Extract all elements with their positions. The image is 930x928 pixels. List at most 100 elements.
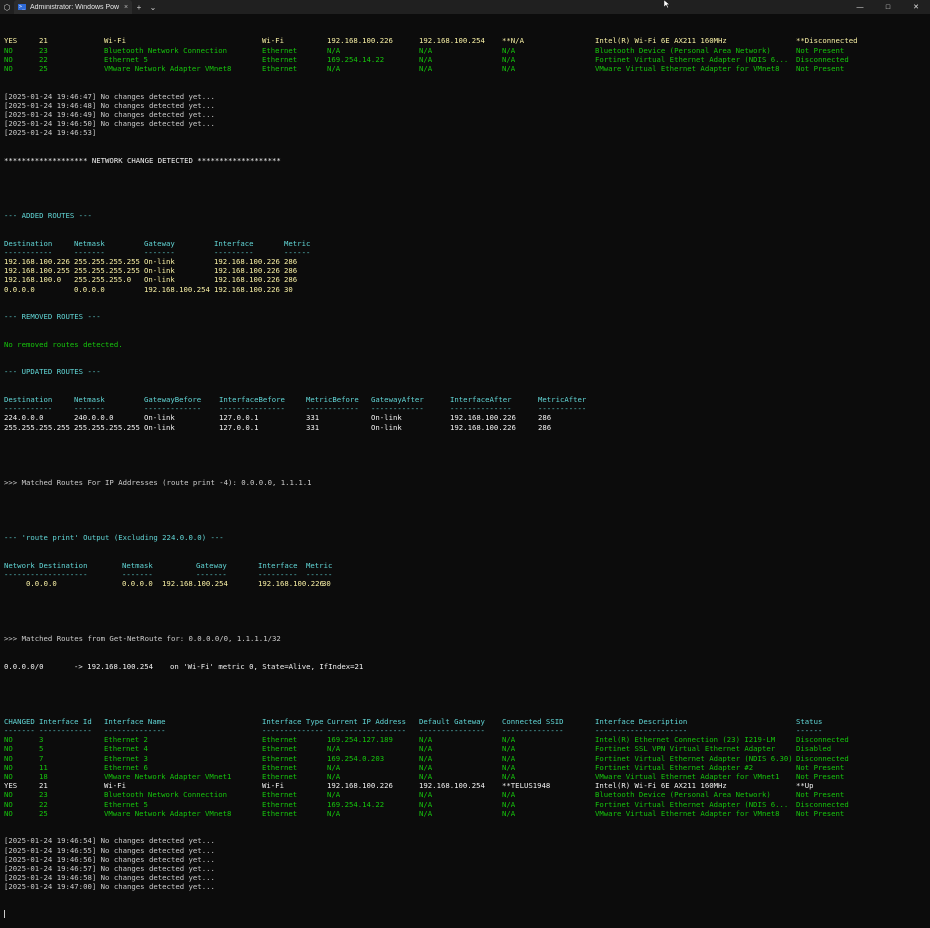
cell: NO (4, 64, 13, 73)
prompt-line[interactable] (4, 910, 926, 919)
cell: Ethernet (262, 809, 297, 818)
cell: **Disconnected (796, 36, 858, 45)
cell: Fortinet Virtual Ethernet Adapter (NDIS … (595, 800, 788, 809)
cell: Wi-Fi (262, 36, 284, 45)
cell: 286 (284, 266, 297, 275)
cell: VMware Network Adapter VMnet1 (104, 772, 231, 781)
cell: ------- (122, 570, 153, 579)
minimize-button[interactable]: — (846, 4, 874, 11)
cell: [2025-01-24 19:46:55] No changes detecte… (4, 846, 215, 855)
cell: --------- (258, 570, 298, 579)
table-row: 0.0.0.00.0.0.0192.168.100.254192.168.100… (4, 579, 926, 588)
log-line: [2025-01-24 19:46:47] No changes detecte… (4, 92, 926, 101)
cell: 18 (39, 772, 48, 781)
cell: On-link (144, 423, 175, 432)
log-line: [2025-01-24 19:46:49] No changes detecte… (4, 110, 926, 119)
cell: 21 (39, 781, 48, 790)
cell: 192.168.100.226 (214, 266, 280, 275)
log-line: [2025-01-24 19:46:58] No changes detecte… (4, 873, 926, 882)
cell: Ethernet 5 (104, 55, 148, 64)
cell: **TELUS1948 (502, 781, 550, 790)
cell: Disconnected (796, 735, 849, 744)
cell: Ethernet (262, 763, 297, 772)
cell: Ethernet (262, 744, 297, 753)
cell: Fortinet Virtual Ethernet Adapter (NDIS … (595, 754, 793, 763)
cell: Wi-Fi (104, 36, 126, 45)
cell: N/A (419, 744, 432, 753)
tab-powershell[interactable]: >_ Administrator: Windows Pow × (14, 0, 132, 14)
log-line: [2025-01-24 19:46:48] No changes detecte… (4, 101, 926, 110)
table-underline: ----------------------------------------… (4, 570, 926, 579)
table-row: 192.168.100.255255.255.255.255On-link192… (4, 266, 926, 275)
cell: VMware Network Adapter VMnet8 (104, 64, 231, 73)
cell: GatewayBefore (144, 395, 201, 404)
new-tab-button[interactable]: + (132, 3, 146, 12)
log-line: [2025-01-24 19:46:53] (4, 128, 926, 137)
cell: Connected SSID (502, 717, 564, 726)
terminal-output[interactable]: YES21Wi-FiWi-Fi192.168.100.226192.168.10… (4, 18, 926, 502)
cell: ------ (796, 726, 822, 735)
cell: ------------- (144, 404, 201, 413)
cell: --------------- (419, 726, 485, 735)
table-row: NO25VMware Network Adapter VMnet8Etherne… (4, 809, 926, 818)
cell: N/A (502, 790, 515, 799)
cell: Ethernet (262, 55, 297, 64)
cell: 255.255.255.255 (74, 266, 140, 275)
cell: Gateway (196, 561, 227, 570)
cell: **N/A (502, 36, 524, 45)
cell: N/A (327, 772, 340, 781)
cell: Ethernet 3 (104, 754, 148, 763)
table-row: YES21Wi-FiWi-Fi192.168.100.226192.168.10… (4, 781, 926, 790)
cell: -------------- (450, 404, 512, 413)
updated-routes-table: DestinationNetmaskGatewayBeforeInterface… (4, 395, 926, 432)
cell: Interface (258, 561, 298, 570)
cell: Bluetooth Device (Personal Area Network) (595, 790, 771, 799)
cell: 169.254.0.203 (327, 754, 384, 763)
cell: On-link (144, 413, 175, 422)
cell: N/A (502, 809, 515, 818)
cell: Not Present (796, 763, 844, 772)
cell: [2025-01-24 19:46:49] No changes detecte… (4, 110, 215, 119)
cell: NO (4, 754, 13, 763)
cell: 23 (39, 790, 48, 799)
cell: N/A (419, 55, 432, 64)
table-row: NO3Ethernet 2Ethernet169.254.127.189N/AN… (4, 735, 926, 744)
close-button[interactable]: ✕ (902, 3, 930, 11)
cell: --------- (214, 248, 254, 257)
cell: N/A (502, 744, 515, 753)
removed-routes-header: --- REMOVED ROUTES --- (4, 312, 926, 321)
cell: Destination (4, 395, 52, 404)
cell: N/A (502, 754, 515, 763)
cell: Disabled (796, 744, 831, 753)
maximize-button[interactable]: □ (874, 4, 902, 11)
cell: Netmask (74, 239, 105, 248)
cell: Wi-Fi (262, 781, 284, 790)
cell: 22 (39, 55, 48, 64)
cell: NO (4, 46, 13, 55)
cell: Intel(R) Wi-Fi 6E AX211 160MHz (595, 36, 727, 45)
cell: 0.0.0.0 (26, 579, 57, 588)
cell: 192.168.100.226 (214, 257, 280, 266)
cell: ------ (306, 570, 332, 579)
cell: 331 (306, 413, 319, 422)
change-banner: ******************* NETWORK CHANGE DETEC… (4, 156, 926, 165)
tab-dropdown-chevron-down-icon[interactable]: ⌄ (146, 3, 160, 12)
cell: 255.255.255.255 (74, 423, 140, 432)
cell: Intel(R) Ethernet Connection (23) I219-L… (595, 735, 775, 744)
cell: N/A (419, 64, 432, 73)
cell: Metric (306, 561, 332, 570)
cell: 0.0.0.0 (74, 285, 105, 294)
cell: Interface Name (104, 717, 166, 726)
cell: 192.168.100.254 (419, 781, 485, 790)
cell: VMware Virtual Ethernet Adapter for VMne… (595, 772, 780, 781)
cell: Ethernet (262, 772, 297, 781)
cell: YES (4, 36, 17, 45)
cell: **Up (796, 781, 814, 790)
cell: Intel(R) Wi-Fi 6E AX211 160MHz (595, 781, 727, 790)
tab-close-icon[interactable]: × (120, 4, 132, 11)
shield-icon: ⬡ (0, 3, 14, 12)
cell: N/A (502, 772, 515, 781)
cell: N/A (502, 46, 515, 55)
cell: GatewayAfter (371, 395, 424, 404)
cell: 192.168.100.226 (4, 257, 70, 266)
